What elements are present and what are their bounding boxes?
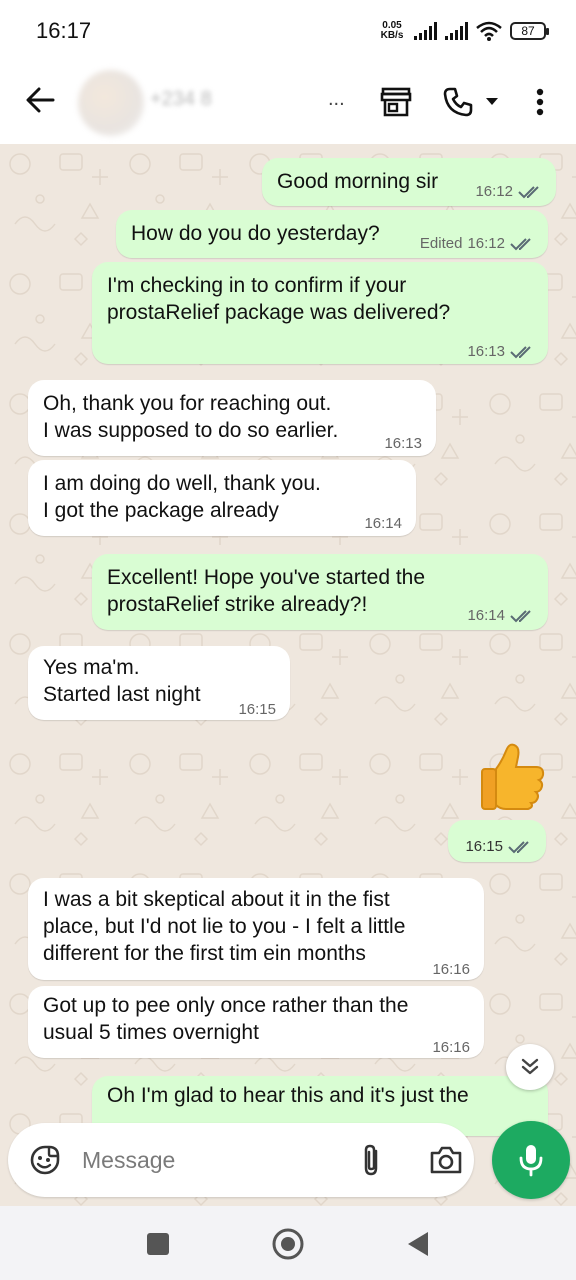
chat-header: +234 8 ...	[0, 62, 576, 144]
message-text: I was a bit skeptical about it in the fi…	[43, 888, 406, 965]
voice-message-button[interactable]	[492, 1121, 570, 1199]
thumbs-up-emoji[interactable]	[476, 739, 548, 811]
square-icon	[147, 1233, 169, 1255]
message-text: How do you do yesterday?	[131, 222, 380, 245]
attach-icon	[364, 1144, 378, 1176]
message-meta: 16:15	[238, 696, 276, 723]
message-time: 16:16	[432, 961, 470, 978]
double-check-icon	[508, 840, 529, 853]
message-time: 16:12	[467, 235, 505, 252]
message-meta: 16:14	[364, 510, 402, 537]
message-meta: 16:14	[467, 602, 536, 629]
system-navigation-bar	[0, 1206, 576, 1280]
message-text: Good morning sir	[277, 170, 439, 193]
double-chevron-down-icon	[521, 1058, 539, 1075]
status-bar: 16:17 0.05 KB/s 87	[0, 0, 576, 62]
network-speed: 0.05 KB/s	[378, 21, 406, 41]
more-options-button[interactable]	[520, 82, 560, 122]
message-bubble[interactable]: I am doing do well, thank you. I got the…	[28, 460, 416, 536]
voice-call-button[interactable]	[438, 82, 478, 122]
message-time: 16:14	[467, 607, 505, 624]
home-button[interactable]	[270, 1226, 306, 1262]
message-bubble[interactable]: Got up to pee only once rather than the …	[28, 986, 484, 1058]
message-time: 16:14	[364, 515, 402, 532]
mic-icon	[519, 1145, 543, 1177]
status-time: 16:17	[36, 18, 92, 43]
double-check-icon	[518, 185, 539, 198]
contact-name[interactable]: +234 8	[150, 88, 350, 111]
message-text: I am doing do well, thank you. I got the…	[43, 472, 321, 522]
message-time: 16:13	[467, 343, 505, 360]
message-input[interactable]	[82, 1140, 332, 1180]
message-bubble[interactable]: Excellent! Hope you've started the prost…	[92, 554, 548, 630]
camera-icon	[430, 1146, 462, 1174]
message-bubble[interactable]: Good morning sir 16:12	[262, 158, 556, 206]
recents-button[interactable]	[140, 1226, 176, 1262]
contact-name-ellipsis: ...	[328, 88, 345, 110]
message-time: 16:15	[238, 701, 276, 718]
call-options-button[interactable]	[478, 82, 506, 122]
back-triangle-icon	[408, 1232, 428, 1256]
network-speed-unit: KB/s	[380, 30, 404, 41]
more-vert-icon	[536, 88, 544, 116]
message-meta: 16:13	[384, 430, 422, 457]
message-bubble[interactable]: I'm checking in to confirm if your prost…	[92, 262, 548, 364]
edited-label: Edited	[419, 235, 463, 252]
signal-icon	[414, 22, 437, 40]
back-button[interactable]	[20, 80, 60, 120]
camera-button[interactable]	[426, 1141, 466, 1179]
message-composer	[8, 1123, 474, 1197]
message-meta: 16:13	[467, 338, 536, 365]
message-text: Excellent! Hope you've started the prost…	[107, 566, 426, 616]
message-bubble[interactable]: Yes ma'm. Started last night 16:15	[28, 646, 290, 720]
emoji-sticker-icon	[30, 1145, 60, 1175]
message-meta: 16:16	[432, 1034, 470, 1061]
message-time: 16:16	[432, 1039, 470, 1056]
double-check-icon	[510, 237, 531, 250]
message-meta: 16:16	[432, 956, 470, 983]
back-nav-button[interactable]	[400, 1226, 436, 1262]
message-bubble[interactable]: I was a bit skeptical about it in the fi…	[28, 878, 484, 980]
message-bubble[interactable]: Oh, thank you for reaching out. I was su…	[28, 380, 436, 456]
store-button[interactable]	[376, 82, 416, 122]
message-bubble[interactable]: 16:15	[448, 820, 546, 862]
message-meta: 16:15	[465, 833, 534, 860]
chat-area[interactable]: Good morning sir 16:12 How do you do yes…	[0, 144, 576, 1206]
avatar[interactable]	[78, 70, 144, 136]
message-meta: 16:12	[475, 178, 544, 205]
message-time: 16:15	[465, 838, 503, 855]
attach-button[interactable]	[352, 1141, 390, 1179]
home-circle-icon	[272, 1228, 304, 1260]
phone-icon	[443, 87, 473, 117]
message-text: Oh I'm glad to hear this and it's just t…	[107, 1084, 469, 1107]
message-text: Yes ma'm. Started last night	[43, 656, 201, 706]
message-text: I'm checking in to confirm if your prost…	[107, 274, 451, 324]
double-check-icon	[510, 609, 531, 622]
double-check-icon	[510, 345, 531, 358]
emoji-button[interactable]	[26, 1141, 64, 1179]
dropdown-icon	[486, 98, 498, 105]
message-text: Got up to pee only once rather than the …	[43, 994, 409, 1044]
message-bubble[interactable]: How do you do yesterday? Edited 16:12	[116, 210, 548, 258]
back-arrow-icon	[26, 87, 55, 113]
store-icon	[380, 87, 412, 117]
message-text: Oh, thank you for reaching out. I was su…	[43, 392, 339, 442]
battery-icon: 87	[510, 22, 549, 40]
scroll-to-bottom-button[interactable]	[506, 1044, 554, 1090]
wifi-icon	[476, 21, 502, 41]
message-time: 16:12	[475, 183, 513, 200]
message-meta: Edited 16:12	[420, 230, 536, 257]
message-time: 16:13	[384, 435, 422, 452]
signal-icon-2	[445, 22, 468, 40]
status-icons: 0.05 KB/s 87	[378, 16, 549, 46]
